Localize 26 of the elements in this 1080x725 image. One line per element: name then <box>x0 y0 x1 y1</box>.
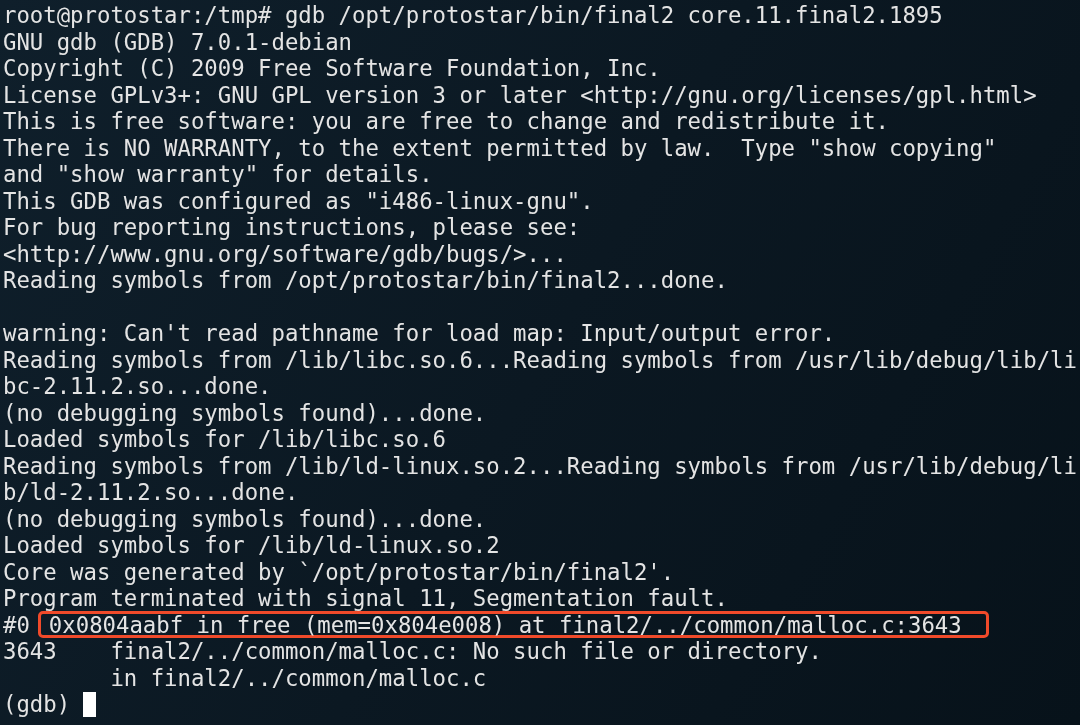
terminal-line: Reading symbols from /lib/libc.so.6...Reading symbols from /usr/lib/debug/lib/li <box>3 346 1077 373</box>
frame-number: #0 <box>3 611 30 638</box>
terminal-line: Reading symbols from /opt/protostar/bin/final2...done. <box>3 267 728 294</box>
terminal-line: warning: Can't read pathname for load map: Input/output error. <box>3 320 836 347</box>
terminal-line: For bug reporting instructions, please see: <box>3 214 581 241</box>
terminal-line: GNU gdb (GDB) 7.0.1-debian <box>3 28 353 55</box>
terminal-line: Core was generated by `/opt/protostar/bin/final2'. <box>3 558 675 585</box>
terminal-line: root@protostar:/tmp# gdb /opt/protostar/bin/final2 core.11.final2.1895 <box>3 2 943 29</box>
terminal-line: This is free software: you are free to change and redistribute it. <box>3 108 889 135</box>
terminal-line: There is NO WARRANTY, to the extent permitted by law. Type "show copying" <box>3 134 997 161</box>
terminal-line: b/ld-2.11.2.so...done. <box>3 479 299 506</box>
terminal-line: (no debugging symbols found)...done. <box>3 399 487 426</box>
terminal-line: Reading symbols from /lib/ld-linux.so.2...Reading symbols from /usr/lib/debug/li <box>3 452 1077 479</box>
terminal-line: 3643 final2/../common/malloc.c: No such file or directory. <box>3 638 822 665</box>
terminal-line: License GPLv3+: GNU GPL version 3 or later <http://gnu.org/licenses/gpl.html> <box>3 81 1037 108</box>
terminal-line: This GDB was configured as "i486-linux-gnu". <box>3 187 594 214</box>
terminal-line: Program terminated with signal 11, Segmentation fault. <box>3 585 728 612</box>
gdb-prompt: (gdb) <box>3 691 71 718</box>
terminal-line: in final2/../common/malloc.c <box>109 664 487 691</box>
terminal-line: <http://www.gnu.org/software/gdb/bugs/>... <box>3 240 567 267</box>
terminal-line: and "show warranty" for details. <box>3 161 433 188</box>
terminal-line: Copyright (C) 2009 Free Software Foundation, Inc. <box>3 55 661 82</box>
terminal-line: (no debugging symbols found)...done. <box>3 505 487 532</box>
terminal-line: Loaded symbols for /lib/libc.so.6 <box>3 426 446 453</box>
terminal-line: bc-2.11.2.so...done. <box>3 373 272 400</box>
terminal-line: Loaded symbols for /lib/ld-linux.so.2 <box>3 532 500 559</box>
